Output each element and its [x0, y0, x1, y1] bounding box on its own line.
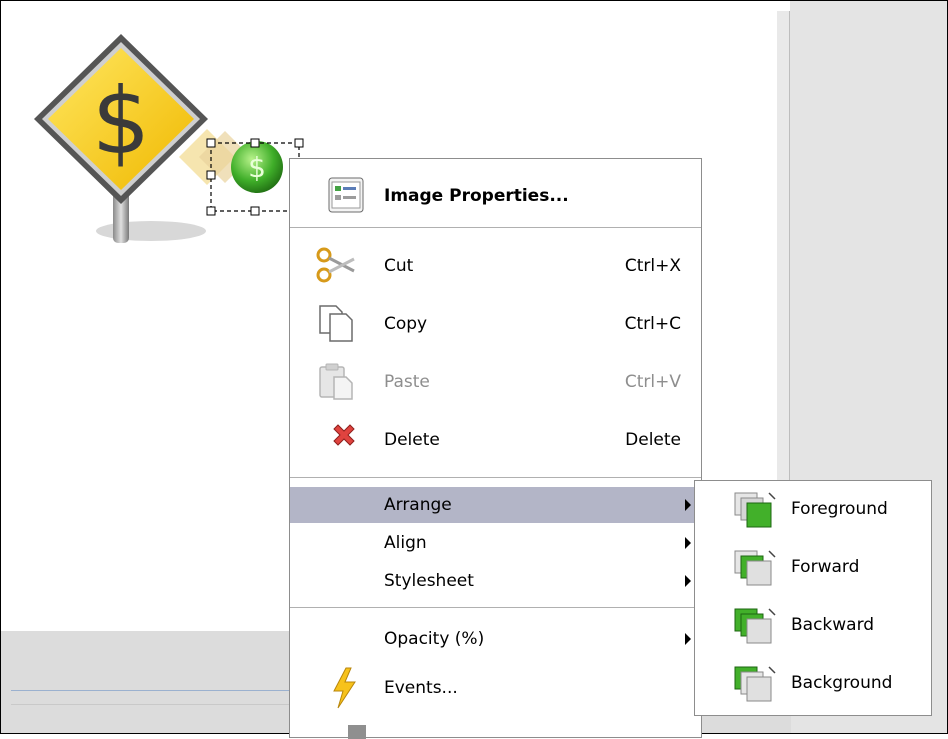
- submenu-item-background[interactable]: Background: [695, 657, 931, 713]
- menu-item-label: Arrange: [384, 495, 452, 515]
- shortcut-label: Ctrl+C: [624, 314, 681, 334]
- submenu-item-label: Background: [791, 673, 893, 693]
- menu-item-label: Events...: [384, 678, 458, 698]
- submenu-arrow-icon: [685, 575, 691, 587]
- menu-item-stylesheet[interactable]: Stylesheet: [290, 563, 701, 599]
- submenu-arrow-icon: [685, 633, 691, 645]
- divider: [11, 690, 291, 691]
- menu-item-label: Cut: [384, 256, 414, 276]
- submenu-arrow-icon: [685, 537, 691, 549]
- scissors-icon: [316, 247, 355, 283]
- shortcut-label: Delete: [625, 430, 681, 450]
- send-to-back-icon: [734, 666, 776, 702]
- submenu-item-label: Foreground: [791, 499, 888, 519]
- menu-item-cut[interactable]: Cut Ctrl+X: [290, 241, 701, 291]
- submenu-item-forward[interactable]: Forward: [695, 541, 931, 597]
- arrange-submenu: Foreground Forward Backward Background: [694, 480, 932, 716]
- submenu-item-backward[interactable]: Backward: [695, 599, 931, 655]
- bring-to-front-icon: [734, 492, 776, 528]
- submenu-arrow-icon: [685, 499, 691, 511]
- menu-item-events[interactable]: Events...: [290, 663, 701, 713]
- submenu-item-foreground[interactable]: Foreground: [695, 483, 931, 539]
- copy-icon: [319, 305, 353, 342]
- menu-item-label: Align: [384, 533, 427, 553]
- menu-item-label: Image Properties...: [384, 186, 569, 206]
- divider: [11, 704, 291, 705]
- menu-item-align[interactable]: Align: [290, 525, 701, 561]
- shortcut-label: Ctrl+X: [624, 256, 681, 276]
- menu-item-delete[interactable]: Delete Delete: [290, 415, 701, 465]
- shortcut-label: Ctrl+V: [624, 372, 681, 392]
- menu-item-label: Stylesheet: [384, 571, 474, 591]
- svg-text:$: $: [92, 68, 151, 175]
- menu-separator: [290, 607, 701, 608]
- submenu-item-label: Backward: [791, 615, 875, 635]
- menu-item-partial[interactable]: [290, 719, 701, 739]
- bring-forward-icon: [734, 550, 776, 586]
- menu-item-copy[interactable]: Copy Ctrl+C: [290, 299, 701, 349]
- context-menu: Image Properties... Cut Ctrl+X Copy Ctrl…: [289, 158, 702, 739]
- submenu-item-label: Forward: [791, 557, 860, 577]
- lightning-icon: [333, 667, 356, 709]
- image-icon: [348, 725, 366, 739]
- menu-item-opacity[interactable]: Opacity (%): [290, 619, 701, 659]
- svg-text:$: $: [248, 151, 266, 184]
- menu-separator: [290, 477, 701, 478]
- menu-item-label: Delete: [384, 430, 440, 450]
- menu-item-label: Opacity (%): [384, 629, 485, 649]
- paste-icon: [319, 363, 353, 400]
- menu-item-image-properties[interactable]: Image Properties...: [290, 169, 701, 223]
- menu-item-label: Paste: [384, 372, 430, 392]
- menu-item-arrange[interactable]: Arrange: [290, 487, 701, 523]
- send-backward-icon: [734, 608, 776, 644]
- delete-icon: [333, 424, 355, 446]
- menu-item-paste[interactable]: Paste Ctrl+V: [290, 357, 701, 407]
- properties-icon: [328, 177, 364, 213]
- menu-separator: [290, 227, 701, 228]
- menu-item-label: Copy: [384, 314, 428, 334]
